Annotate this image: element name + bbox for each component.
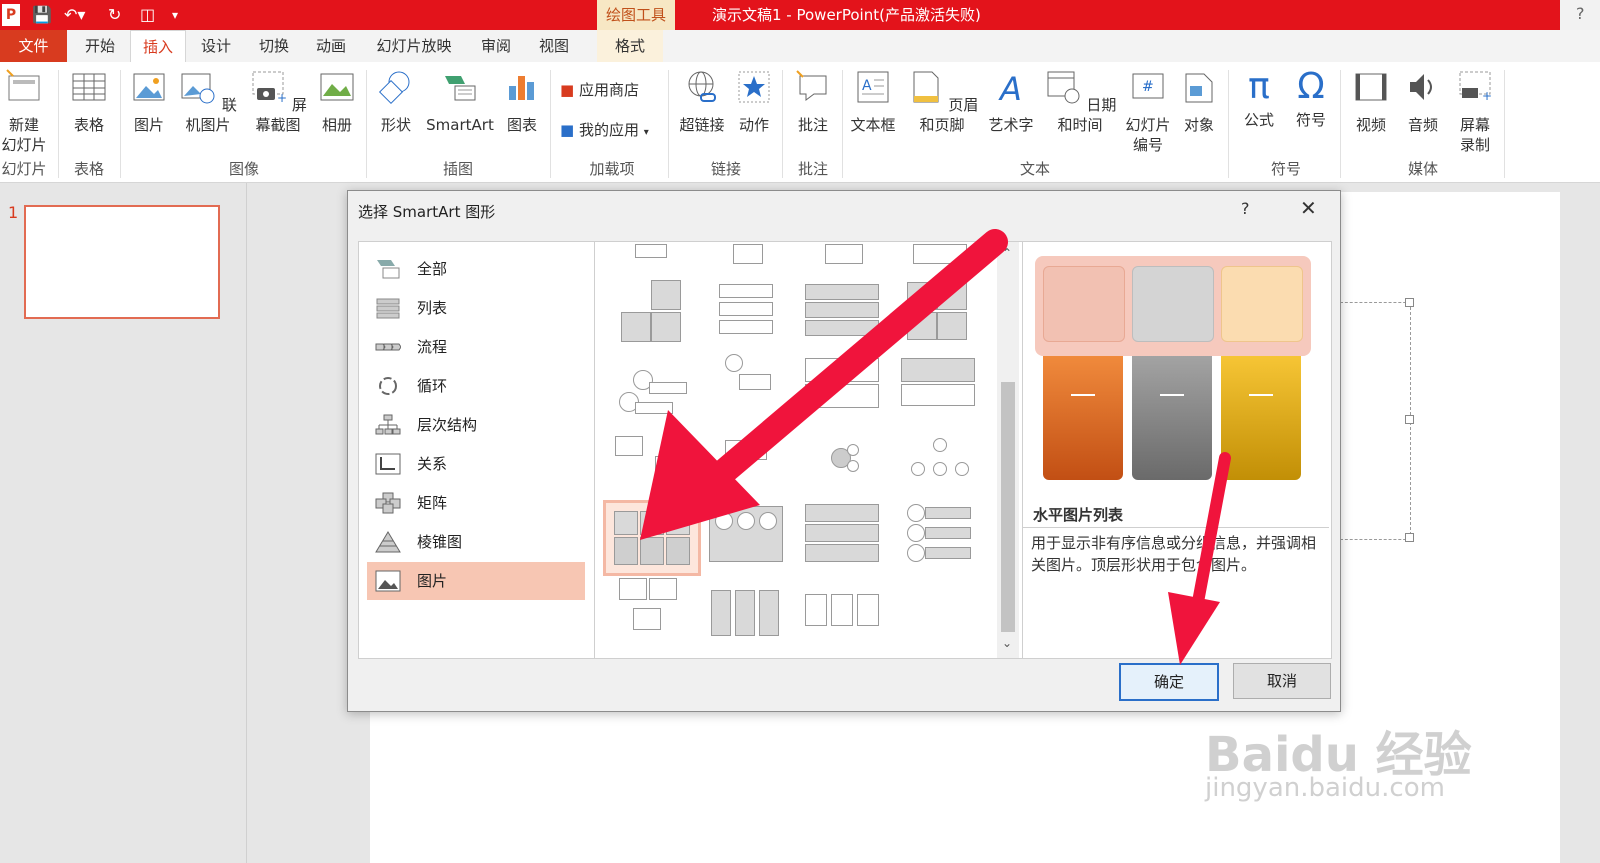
baidu-watermark-url: jingyan.baidu.com [1205,773,1445,803]
annotation-arrow-to-layout [687,229,1008,505]
annotation-arrow-to-ok [1192,452,1231,608]
annotation-arrowhead [640,410,760,540]
annotation-arrowhead [1168,592,1220,665]
